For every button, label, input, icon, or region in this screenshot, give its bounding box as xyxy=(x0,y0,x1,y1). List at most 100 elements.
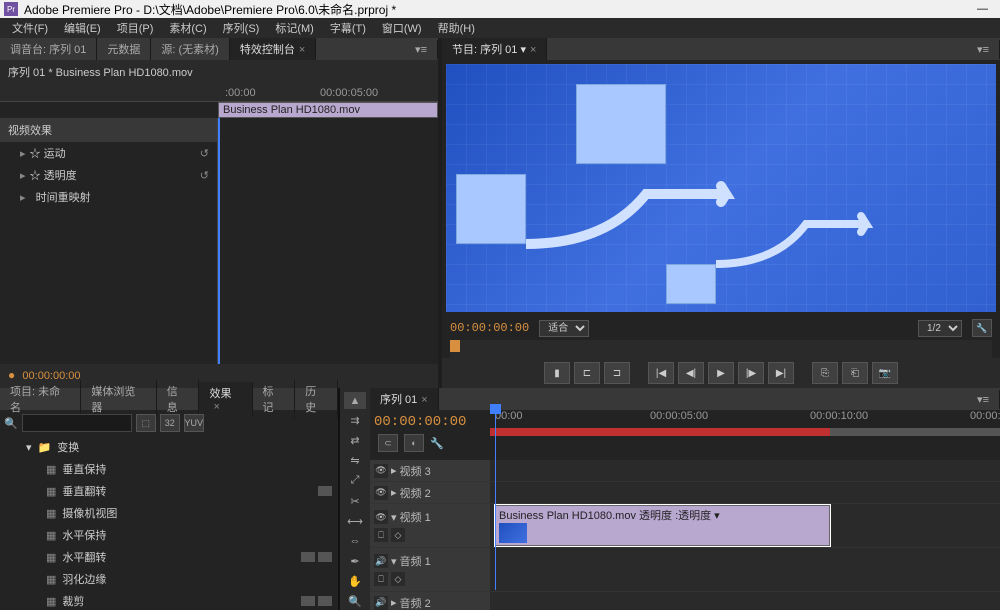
effect-crop[interactable]: ▦裁剪 xyxy=(0,590,338,610)
track-audio-2[interactable]: 🔊▸音频 2 xyxy=(370,592,1000,610)
lock-icon[interactable]: ⎕ xyxy=(374,572,388,586)
eye-icon[interactable]: 👁 xyxy=(374,464,388,478)
search-icon: 🔍 xyxy=(4,417,18,430)
transport-controls: ▮ ⊏ ⊐ |◀ ◀| ▶ |▶ ▶| ⎘ ⎗ 📷 xyxy=(442,358,1000,388)
effect-clip-strip[interactable]: Business Plan HD1080.mov xyxy=(218,102,438,118)
prop-motion[interactable]: ▸☆ 运动↺ xyxy=(0,142,217,164)
effect-keyframe-area[interactable] xyxy=(218,118,438,364)
tab-program-monitor[interactable]: 节目: 序列 01 ▾× xyxy=(442,38,547,60)
timeline-playhead[interactable] xyxy=(495,410,496,590)
track-video-3[interactable]: 👁▸视频 3 xyxy=(370,460,1000,482)
rate-stretch-tool[interactable]: ⤢ xyxy=(344,472,366,489)
effect-feather-edges[interactable]: ▦羽化边缘 xyxy=(0,568,338,590)
menu-window[interactable]: 窗口(W) xyxy=(374,18,430,38)
timeline-timecode[interactable]: 00:00:00:00 xyxy=(374,414,486,430)
folder-icon: 📁 xyxy=(38,441,52,454)
track-video-2[interactable]: 👁▸视频 2 xyxy=(370,482,1000,504)
pen-tool[interactable]: ✒ xyxy=(344,553,366,570)
menu-clip[interactable]: 素材(C) xyxy=(161,18,214,38)
monitor-controls-bar: 00:00:00:00 适合 1/2 🔧 xyxy=(442,316,1000,340)
fx-filter-yuv-button[interactable]: YUV xyxy=(184,414,204,432)
playhead-icon[interactable] xyxy=(450,340,460,352)
folder-transform[interactable]: ▾📁变换 xyxy=(0,436,338,458)
export-frame-button[interactable]: 📷 xyxy=(872,362,898,384)
track-audio-1[interactable]: 🔊▾音频 1 ⎕◇ xyxy=(370,548,1000,592)
wrench-icon[interactable]: 🔧 xyxy=(430,437,444,450)
keyframe-icon[interactable]: ◇ xyxy=(391,528,405,542)
effect-controls-ruler[interactable]: :00:00 00:00:05:00 xyxy=(0,84,438,102)
menu-edit[interactable]: 编辑(E) xyxy=(56,18,109,38)
program-timecode[interactable]: 00:00:00:00 xyxy=(450,321,529,335)
tab-metadata[interactable]: 元数据 xyxy=(97,38,151,60)
effects-tree[interactable]: ▾📁变换 ▦垂直保持 ▦垂直翻转 ▦摄像机视图 ▦水平保持 ▦水平翻转 ▦羽化边… xyxy=(0,436,338,610)
play-button[interactable]: ▶ xyxy=(708,362,734,384)
close-icon[interactable]: × xyxy=(530,44,536,56)
track-select-tool[interactable]: ⇉ xyxy=(344,412,366,429)
menu-project[interactable]: 项目(P) xyxy=(109,18,162,38)
speaker-icon[interactable]: 🔊 xyxy=(374,554,388,568)
effects-search-input[interactable] xyxy=(22,414,132,432)
slip-tool[interactable]: ⟷ xyxy=(344,513,366,530)
ripple-edit-tool[interactable]: ⇄ xyxy=(344,432,366,449)
timeline-clip[interactable]: Business Plan HD1080.mov 透明度 :透明度 ▾ xyxy=(495,505,830,546)
lift-button[interactable]: ⎘ xyxy=(812,362,838,384)
close-icon[interactable]: × xyxy=(299,44,305,56)
tab-audio-mixer[interactable]: 调音台: 序列 01 xyxy=(0,38,97,60)
resolution-select[interactable]: 1/2 xyxy=(918,320,962,337)
panel-menu-button[interactable]: ▾≡ xyxy=(967,40,1000,59)
effect-horizontal-hold[interactable]: ▦水平保持 xyxy=(0,524,338,546)
eye-icon[interactable]: 👁 xyxy=(374,486,388,500)
source-panel-tabs: 调音台: 序列 01 元数据 源: (无素材) 特效控制台× ▾≡ xyxy=(0,38,438,60)
reset-icon[interactable]: ↺ xyxy=(200,169,209,182)
menu-sequence[interactable]: 序列(S) xyxy=(215,18,268,38)
snap-button[interactable]: ⊂ xyxy=(378,434,398,452)
effect-vertical-hold[interactable]: ▦垂直保持 xyxy=(0,458,338,480)
timeline-ruler[interactable]: 00:00 00:00:05:00 00:00:10:00 00:00:15:0… xyxy=(490,410,1000,426)
goto-in-button[interactable]: |◀ xyxy=(648,362,674,384)
zoom-fit-select[interactable]: 适合 xyxy=(539,320,589,337)
prop-time-remap[interactable]: ▸ 时间重映射 xyxy=(0,186,217,208)
add-marker-button[interactable]: ▮ xyxy=(544,362,570,384)
program-time-ruler[interactable] xyxy=(450,340,992,358)
selection-tool[interactable]: ▲ xyxy=(344,392,366,409)
program-monitor-viewport[interactable] xyxy=(446,64,996,312)
speaker-icon[interactable]: 🔊 xyxy=(374,596,388,610)
mark-out-button[interactable]: ⊐ xyxy=(604,362,630,384)
effect-camera-view[interactable]: ▦摄像机视图 xyxy=(0,502,338,524)
effect-horizontal-flip[interactable]: ▦水平翻转 xyxy=(0,546,338,568)
goto-out-button[interactable]: ▶| xyxy=(768,362,794,384)
prop-opacity[interactable]: ▸☆ 透明度↺ xyxy=(0,164,217,186)
zoom-tool[interactable]: 🔍 xyxy=(344,593,366,610)
step-back-button[interactable]: ◀| xyxy=(678,362,704,384)
tab-sequence[interactable]: 序列 01× xyxy=(370,388,439,410)
fx-filter-32bit-button[interactable]: 32 xyxy=(160,414,180,432)
effect-vertical-flip[interactable]: ▦垂直翻转 xyxy=(0,480,338,502)
fx-filter-accel-button[interactable]: ⬚ xyxy=(136,414,156,432)
razor-tool[interactable]: ✂ xyxy=(344,492,366,509)
hand-tool[interactable]: ✋ xyxy=(344,573,366,590)
timeline-toolbar: ▲ ⇉ ⇄ ⇋ ⤢ ✂ ⟷ ⇔ ✒ ✋ 🔍 xyxy=(340,388,370,610)
menu-title[interactable]: 字幕(T) xyxy=(322,18,374,38)
rolling-edit-tool[interactable]: ⇋ xyxy=(344,452,366,469)
panel-menu-button[interactable]: ▾≡ xyxy=(405,40,438,59)
settings-button[interactable]: 🔧 xyxy=(972,319,992,337)
keyframe-icon[interactable]: ◇ xyxy=(391,572,405,586)
close-icon[interactable]: × xyxy=(421,394,427,406)
step-forward-button[interactable]: |▶ xyxy=(738,362,764,384)
panel-menu-button[interactable]: ▾≡ xyxy=(967,390,1000,409)
menu-file[interactable]: 文件(F) xyxy=(4,18,56,38)
slide-tool[interactable]: ⇔ xyxy=(344,533,366,550)
track-video-1[interactable]: 👁▾视频 1 ⎕◇ Business Plan HD1080.mov 透明度 :… xyxy=(370,504,1000,548)
tab-source[interactable]: 源: (无素材) xyxy=(151,38,229,60)
work-area-bar[interactable] xyxy=(490,428,1000,436)
menu-marker[interactable]: 标记(M) xyxy=(267,18,322,38)
mark-in-button[interactable]: ⊏ xyxy=(574,362,600,384)
lock-icon[interactable]: ⎕ xyxy=(374,528,388,542)
minimize-button[interactable]: — xyxy=(969,3,996,15)
sync-lock-button[interactable]: ◐ xyxy=(404,434,424,452)
reset-icon[interactable]: ↺ xyxy=(200,147,209,160)
menu-help[interactable]: 帮助(H) xyxy=(430,18,483,38)
eye-icon[interactable]: 👁 xyxy=(374,510,388,524)
tab-effect-controls[interactable]: 特效控制台× xyxy=(230,38,316,60)
extract-button[interactable]: ⎗ xyxy=(842,362,868,384)
